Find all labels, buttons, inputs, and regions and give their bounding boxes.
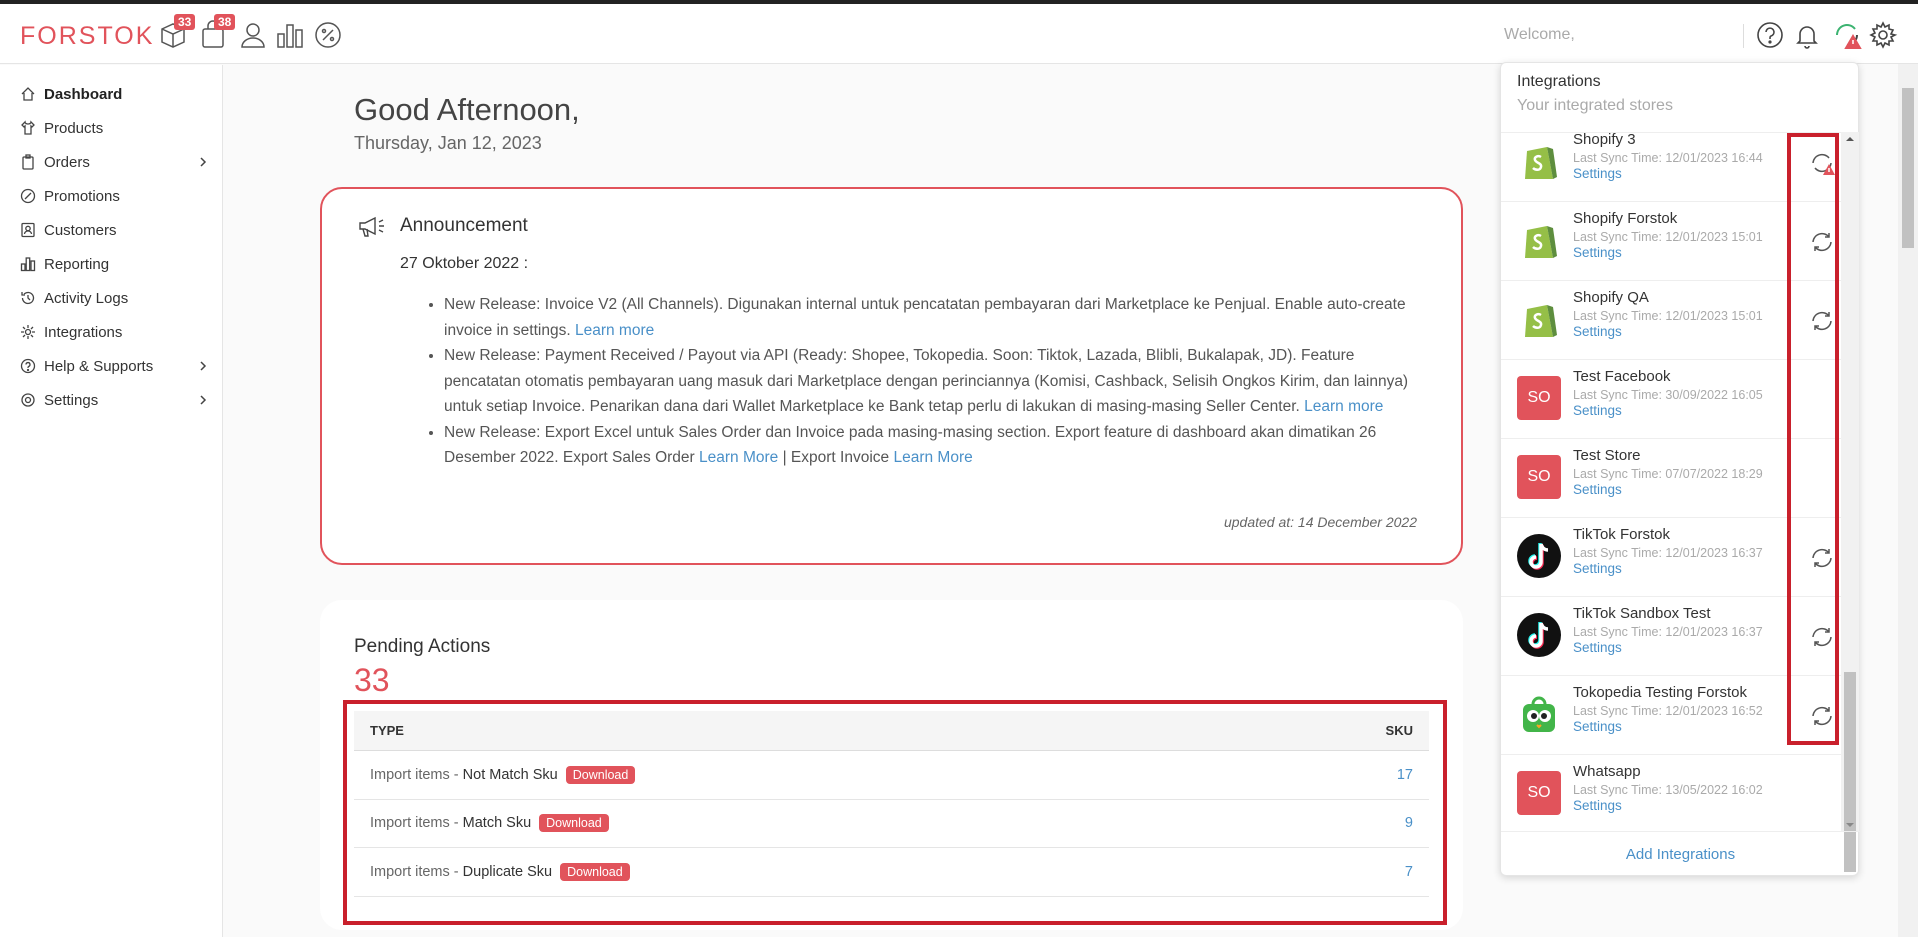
- sidebar-item-promotions[interactable]: Promotions: [20, 183, 210, 209]
- sidebar-item-label: Promotions: [44, 187, 120, 205]
- orders-badge: 38: [214, 14, 236, 30]
- sidebar-item-label: Help & Supports: [44, 357, 154, 375]
- add-integrations-link[interactable]: Add Integrations: [1501, 831, 1860, 877]
- tiktok-logo-icon: [1517, 613, 1561, 657]
- shopify-logo-icon: [1517, 218, 1561, 262]
- settings-gear-icon[interactable]: [1868, 20, 1898, 50]
- chevron-right-icon: [200, 361, 207, 371]
- help-question-icon[interactable]: [1755, 20, 1785, 50]
- learn-more-link[interactable]: Learn more: [1304, 398, 1383, 415]
- notification-bell-icon[interactable]: [1792, 20, 1822, 50]
- announcement-updated: updated at: 14 December 2022: [1223, 514, 1417, 530]
- question-icon: [20, 358, 36, 374]
- sidebar-item-customers[interactable]: Customers: [20, 217, 210, 243]
- store-item[interactable]: SO Whatsapp Last Sync Time: 13/05/2022 1…: [1501, 755, 1841, 832]
- sidebar-item-label: Integrations: [44, 323, 123, 341]
- pending-actions-count: 33: [354, 662, 390, 698]
- sidebar-item-help-supports[interactable]: Help & Supports: [20, 353, 210, 379]
- announcement-list: New Release: Invoice V2 (All Channels). …: [444, 292, 1434, 471]
- store-settings-link[interactable]: Settings: [1573, 640, 1622, 655]
- sidebar: Dashboard Products Orders Promotions Cus…: [0, 65, 223, 937]
- sidebar-item-dashboard[interactable]: Dashboard: [20, 81, 210, 107]
- store-initials-logo: SO: [1517, 771, 1561, 815]
- sidebar-item-label: Dashboard: [44, 85, 123, 103]
- chart-icon: [20, 256, 36, 272]
- announcement-date: 27 Oktober 2022 :: [400, 255, 529, 272]
- inventory-badge: 33: [174, 14, 196, 30]
- contact-icon: [20, 222, 36, 238]
- highlight-box-table: [343, 700, 1447, 925]
- sidebar-item-label: Products: [44, 119, 104, 137]
- export-invoice-learn-more-link[interactable]: Learn More: [893, 449, 972, 466]
- announcement-title: Announcement: [400, 215, 528, 236]
- sync-status-warning-icon[interactable]: [1832, 20, 1862, 50]
- learn-more-link[interactable]: Learn more: [575, 322, 654, 339]
- sidebar-item-reporting[interactable]: Reporting: [20, 251, 210, 277]
- page-scrollbar[interactable]: [1898, 64, 1918, 937]
- shopify-logo-icon: [1517, 139, 1561, 183]
- announcement-card: Announcement 27 Oktober 2022 : New Relea…: [320, 187, 1463, 565]
- gear-icon: [20, 324, 36, 340]
- forstok-logo[interactable]: FORSTOK: [20, 22, 154, 51]
- store-settings-link[interactable]: Settings: [1573, 798, 1622, 813]
- customer-user-icon[interactable]: [238, 20, 268, 50]
- welcome-text: Welcome,: [1504, 26, 1575, 43]
- integrations-title: Integrations: [1517, 73, 1601, 90]
- store-settings-link[interactable]: Settings: [1573, 719, 1622, 734]
- sidebar-item-orders[interactable]: Orders: [20, 149, 210, 175]
- tokopedia-logo-icon: [1517, 692, 1561, 736]
- scroll-down-arrow-icon[interactable]: [1841, 818, 1859, 832]
- inventory-box-icon[interactable]: 33: [158, 14, 196, 50]
- sidebar-item-products[interactable]: Products: [20, 115, 210, 141]
- pending-actions-title: Pending Actions: [354, 636, 491, 657]
- greeting-title: Good Afternoon,: [354, 92, 580, 127]
- orders-bag-icon[interactable]: 38: [198, 14, 236, 50]
- integrations-subtitle: Your integrated stores: [1517, 97, 1673, 114]
- store-settings-link[interactable]: Settings: [1573, 324, 1622, 339]
- announcement-item: New Release: Export Excel untuk Sales Or…: [444, 420, 1434, 471]
- sidebar-item-settings[interactable]: Settings: [20, 387, 210, 413]
- shirt-icon: [20, 120, 36, 136]
- chevron-right-icon: [200, 157, 207, 167]
- clipboard-icon: [20, 154, 36, 170]
- integrations-scrollbar[interactable]: [1841, 132, 1859, 872]
- store-initials-logo: SO: [1517, 376, 1561, 420]
- sidebar-item-label: Orders: [44, 153, 90, 171]
- store-settings-link[interactable]: Settings: [1573, 482, 1622, 497]
- current-date: Thursday, Jan 12, 2023: [354, 133, 542, 153]
- highlight-box-sync-icons: [1787, 133, 1839, 745]
- sidebar-item-label: Activity Logs: [44, 289, 129, 307]
- sidebar-item-label: Reporting: [44, 255, 110, 273]
- store-settings-link[interactable]: Settings: [1573, 245, 1622, 260]
- promotion-percent-icon[interactable]: [313, 20, 343, 50]
- shopify-logo-icon: [1517, 297, 1561, 341]
- export-sales-order-learn-more-link[interactable]: Learn More: [699, 449, 778, 466]
- store-initials-logo: SO: [1517, 455, 1561, 499]
- tiktok-logo-icon: [1517, 534, 1561, 578]
- sidebar-item-integrations[interactable]: Integrations: [20, 319, 210, 345]
- history-icon: [20, 290, 36, 306]
- store-settings-link[interactable]: Settings: [1573, 403, 1622, 418]
- home-icon: [20, 86, 36, 102]
- reporting-bar-chart-icon[interactable]: [275, 20, 305, 50]
- page-scrollbar-thumb[interactable]: [1902, 88, 1914, 248]
- store-settings-link[interactable]: Settings: [1573, 166, 1622, 181]
- settings-icon: [20, 392, 36, 408]
- top-header: FORSTOK 33 38 Welcome,: [0, 4, 1918, 64]
- announcement-item: New Release: Invoice V2 (All Channels). …: [444, 292, 1434, 343]
- announcement-item: New Release: Payment Received / Payout v…: [444, 343, 1434, 420]
- sidebar-item-activity-logs[interactable]: Activity Logs: [20, 285, 210, 311]
- megaphone-icon: [359, 216, 384, 237]
- scroll-up-arrow-icon[interactable]: [1841, 132, 1859, 146]
- chevron-right-icon: [200, 395, 207, 405]
- discount-icon: [20, 188, 36, 204]
- header-divider: [1743, 24, 1744, 48]
- sidebar-item-label: Settings: [44, 391, 99, 409]
- store-settings-link[interactable]: Settings: [1573, 561, 1622, 576]
- sidebar-item-label: Customers: [44, 221, 117, 239]
